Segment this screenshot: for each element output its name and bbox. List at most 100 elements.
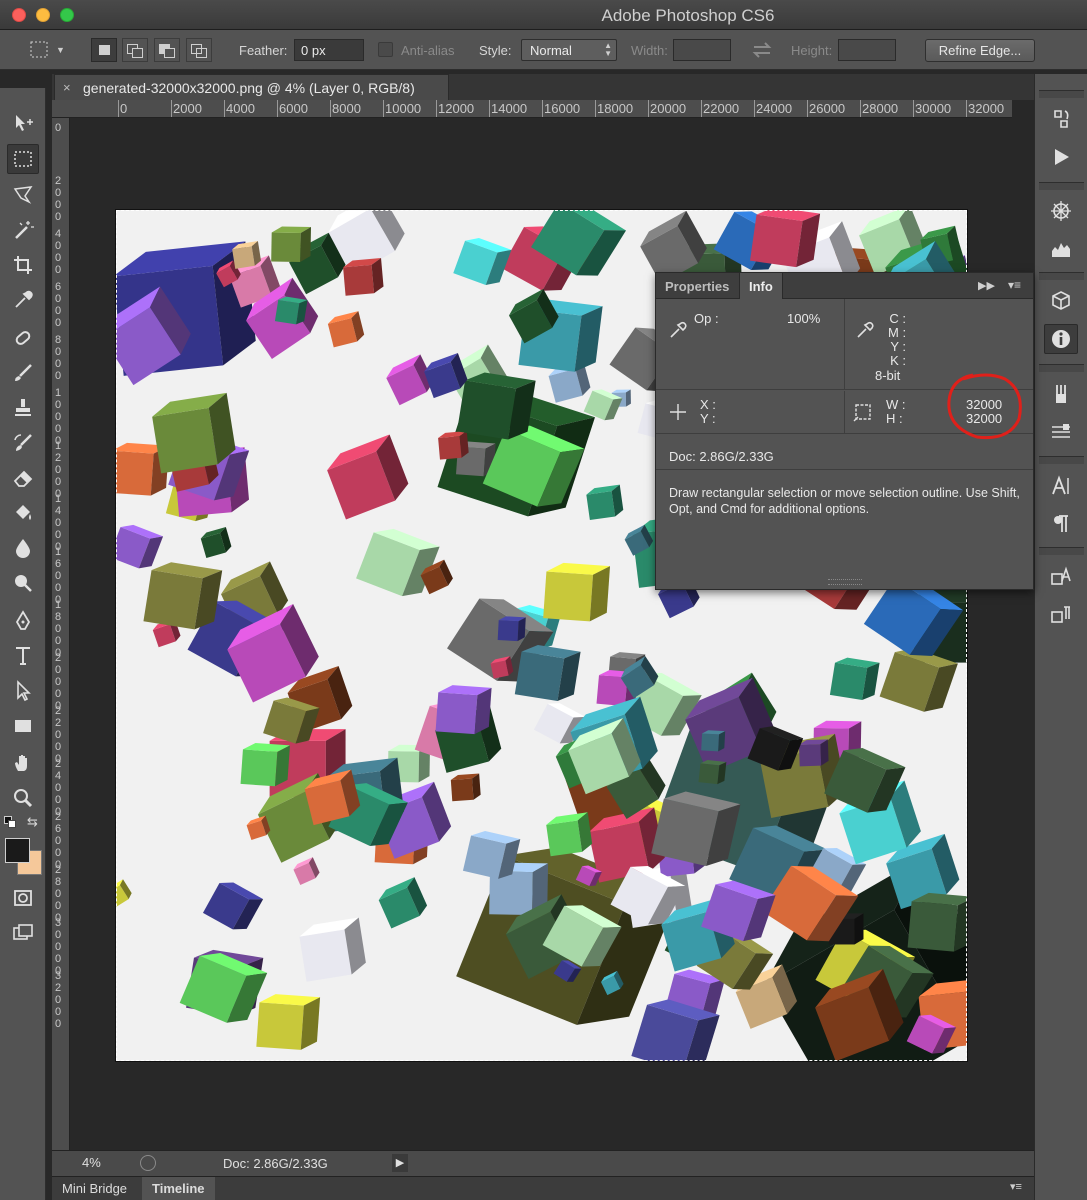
panel-menu-icon[interactable]: ▾≡ [1010, 1180, 1022, 1193]
ruler-h-tick [383, 100, 384, 117]
dock-divider [1039, 456, 1084, 464]
brush-presets-panel-icon[interactable] [1044, 379, 1078, 409]
status-bar: 4% Doc: 2.86G/2.33G ▶ [52, 1150, 1034, 1176]
cmyk-m-label: M : [888, 325, 907, 340]
swap-width-height-icon[interactable] [750, 39, 774, 61]
type-tool-icon[interactable] [7, 641, 39, 671]
status-menu-arrow-icon[interactable]: ▶ [392, 1154, 408, 1172]
quick-mask-icon[interactable] [7, 883, 39, 913]
dodge-tool-icon[interactable] [7, 568, 39, 598]
crop-tool-icon[interactable] [7, 250, 39, 280]
tab-mini-bridge[interactable]: Mini Bridge [62, 1181, 127, 1196]
histogram-panel-icon[interactable] [1044, 234, 1078, 264]
ruler-v-label: 8000 [55, 334, 62, 382]
default-colors-icon[interactable] [4, 816, 16, 828]
foreground-color-swatch[interactable] [5, 838, 30, 863]
rectangular-marquee-tool-icon[interactable] [7, 144, 39, 174]
style-dropdown[interactable]: Normal ▲ ▼ [521, 39, 617, 61]
panel-menu-icon[interactable]: ▾≡ [1008, 278, 1021, 292]
subtract-from-selection-button[interactable] [154, 38, 180, 62]
document-tab[interactable]: × generated-32000x32000.png @ 4% (Layer … [54, 74, 449, 100]
tab-info[interactable]: Info [739, 273, 783, 299]
ruler-h-label: 30000 [915, 101, 952, 116]
panel-resize-grip[interactable] [828, 579, 862, 585]
anti-alias-checkbox[interactable] [378, 42, 393, 57]
info-panel-icon[interactable] [1044, 324, 1078, 354]
add-to-selection-button[interactable] [122, 38, 148, 62]
path-selection-tool-icon[interactable] [7, 676, 39, 706]
tab-properties[interactable]: Properties [656, 273, 738, 299]
preset-dropdown-arrow-icon[interactable]: ▼ [56, 39, 70, 61]
y-label: Y : [700, 411, 716, 426]
ruler-v-label: 14000 [55, 493, 62, 553]
eyedropper-tool-icon[interactable] [7, 285, 39, 315]
swap-colors-icon[interactable]: ⇆ [27, 814, 38, 830]
paragraph-styles-panel-icon[interactable] [1044, 600, 1078, 630]
ruler-h-tick [860, 100, 861, 117]
zoom-tool-icon[interactable] [7, 783, 39, 813]
brush-tool-icon[interactable] [7, 358, 39, 388]
eyedropper-readout-icon [670, 321, 687, 338]
rectangle-tool-icon[interactable] [7, 711, 39, 741]
3d-panel-icon[interactable] [1044, 286, 1078, 316]
brush-panel-icon[interactable] [1044, 417, 1078, 447]
tab-timeline[interactable]: Timeline [142, 1177, 215, 1200]
paint-bucket-tool-icon[interactable] [7, 498, 39, 528]
clone-stamp-tool-icon[interactable] [7, 393, 39, 423]
intersect-selection-button[interactable] [186, 38, 212, 62]
history-brush-tool-icon[interactable] [7, 428, 39, 458]
healing-brush-tool-icon[interactable] [7, 323, 39, 353]
ruler-h-label: 32000 [968, 101, 1005, 116]
ruler-h-tick [118, 100, 119, 117]
x-label: X : [700, 397, 716, 412]
hand-tool-icon[interactable] [7, 748, 39, 778]
selection-height-value: 32000 [966, 411, 1003, 426]
actions-panel-icon[interactable] [1044, 142, 1078, 172]
feather-input[interactable]: 0 px [294, 39, 364, 61]
width-input[interactable] [673, 39, 731, 61]
history-panel-icon[interactable] [1044, 104, 1078, 134]
magic-wand-tool-icon[interactable] [7, 215, 39, 245]
character-styles-panel-icon[interactable] [1044, 562, 1078, 592]
character-panel-icon[interactable] [1044, 471, 1078, 501]
ruler-v-label: 24000 [55, 758, 62, 818]
close-document-icon[interactable]: × [63, 80, 71, 95]
ruler-v-label: 20000 [55, 652, 62, 712]
ruler-h-label: 22000 [703, 101, 740, 116]
ruler-h-tick [807, 100, 808, 117]
move-tool-icon[interactable] [7, 108, 39, 138]
ruler-h-label: 28000 [862, 101, 899, 116]
paragraph-panel-icon[interactable] [1044, 509, 1078, 539]
collapse-panel-icon[interactable]: ▶▶ [978, 279, 995, 292]
pen-tool-icon[interactable] [7, 606, 39, 636]
ruler-h-tick [648, 100, 649, 117]
info-panel: Properties Info ▶▶ ▾≡ Op : 100% C : M : … [655, 272, 1034, 590]
eraser-tool-icon[interactable] [7, 463, 39, 493]
lasso-tool-icon[interactable] [7, 180, 39, 210]
ruler-v-label: 2000 [55, 175, 62, 223]
panel-divider [656, 433, 1033, 434]
dropdown-arrows-icon: ▲ ▼ [604, 41, 612, 58]
bit-depth-value: 8-bit [875, 368, 901, 383]
ruler-v-label: 12000 [55, 440, 62, 500]
new-selection-button[interactable] [91, 38, 117, 62]
crosshair-icon [670, 404, 686, 420]
blur-tool-icon[interactable] [7, 533, 39, 563]
ruler-h-label: 0 [120, 101, 128, 116]
ruler-v-label: 10000 [55, 387, 62, 447]
refine-edge-button[interactable]: Refine Edge... [925, 39, 1035, 62]
ruler-h-tick [542, 100, 543, 117]
height-input[interactable] [838, 39, 896, 61]
ruler-h-label: 2000 [173, 101, 202, 116]
status-info-icon[interactable] [140, 1155, 156, 1171]
selection-width-value: 32000 [966, 397, 1003, 412]
ruler-v-label: 30000 [55, 917, 62, 977]
navigator-panel-icon[interactable] [1044, 196, 1078, 226]
ruler-h-label: 18000 [597, 101, 634, 116]
dock-grip[interactable] [1039, 90, 1084, 98]
marquee-preset-icon[interactable] [28, 39, 52, 61]
screen-mode-icon[interactable] [7, 918, 39, 948]
ruler-h-tick [966, 100, 967, 117]
zoom-level[interactable]: 4% [82, 1155, 101, 1170]
ruler-h-label: 16000 [544, 101, 581, 116]
